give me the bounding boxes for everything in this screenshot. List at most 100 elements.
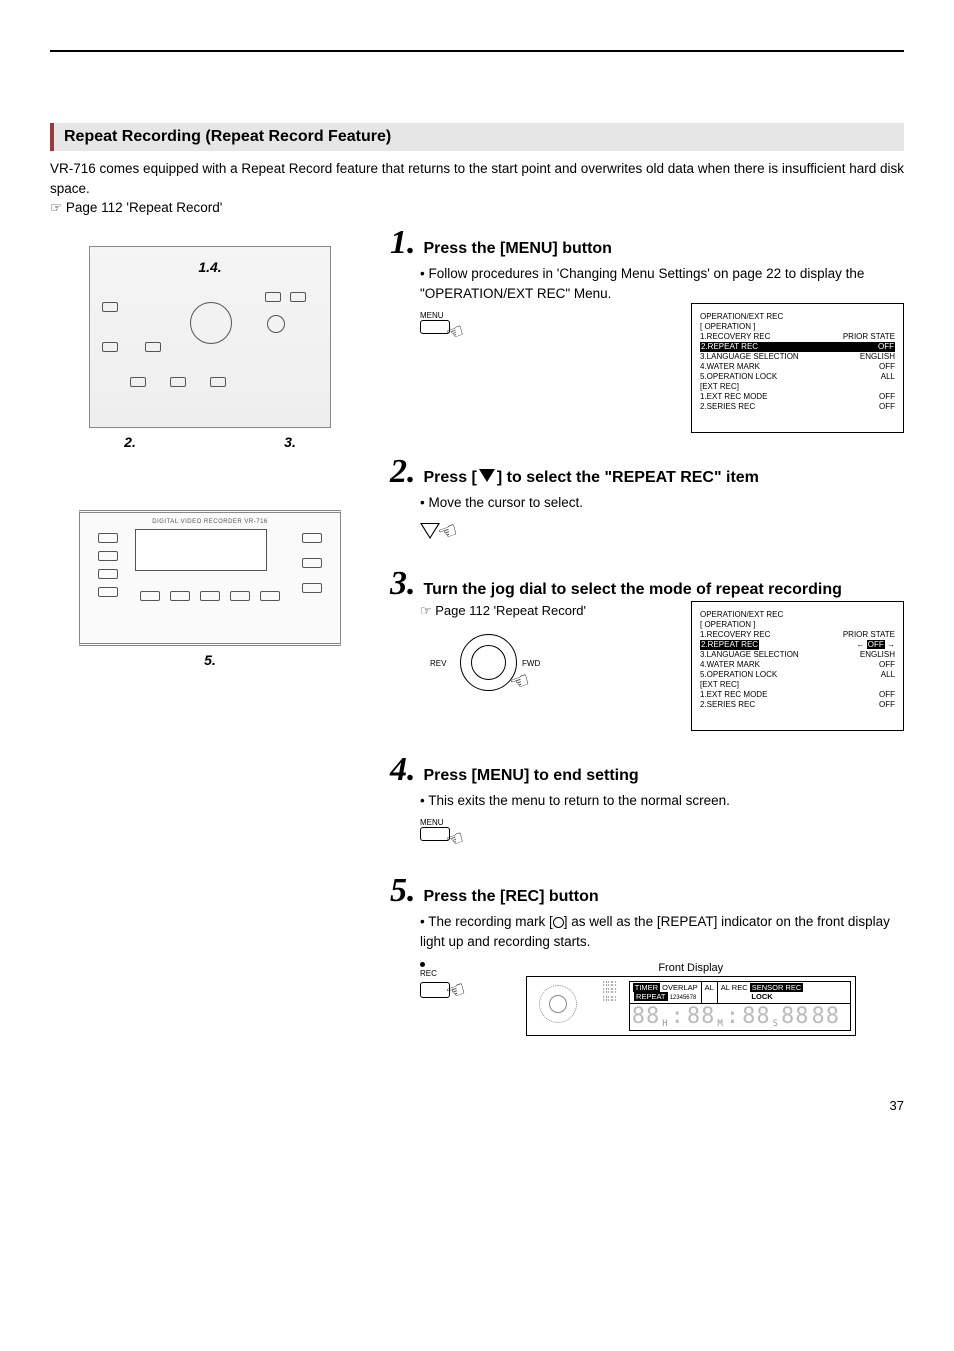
callout-3: 3. bbox=[284, 434, 296, 450]
intro-text: VR-716 comes equipped with a Repeat Reco… bbox=[50, 159, 904, 198]
osd1-sub2: [EXT REC] bbox=[700, 382, 895, 392]
osd2-e1l: 2.SERIES REC bbox=[700, 700, 755, 710]
step-5-body: The recording mark [] as well as the [RE… bbox=[420, 914, 890, 949]
step-1: 1. Press the [MENU] button Follow proced… bbox=[390, 226, 904, 433]
osd2-header: OPERATION/EXT REC bbox=[700, 610, 895, 620]
osd1-e0r: OFF bbox=[879, 392, 895, 402]
rec-button-fig: REC ☜ bbox=[420, 962, 466, 1004]
fd-alrec: AL REC bbox=[721, 983, 748, 992]
jog-rev-label: REV bbox=[430, 659, 446, 668]
step-2-title-post: ] to select the "REPEAT REC" item bbox=[497, 469, 759, 486]
step-4-num: 4. bbox=[390, 753, 416, 787]
front-display-fig: Front Display ∷∷∷∷∷∷∷∷∷ bbox=[526, 962, 856, 1037]
step-2-title-pre: Press [ bbox=[424, 469, 477, 486]
left-column: 1.4. 2. 3. DIGITAL VIDEO RECORDER VR-716 bbox=[50, 226, 370, 1058]
fd-al: AL bbox=[705, 983, 714, 992]
osd1-header: OPERATION/EXT REC bbox=[700, 312, 895, 322]
step-1-title: Press the [MENU] button bbox=[424, 240, 612, 258]
rec-dot-icon bbox=[420, 962, 425, 967]
fd-h: H bbox=[662, 1019, 668, 1030]
front-display-label: Front Display bbox=[526, 962, 856, 974]
osd2-e1r: OFF bbox=[879, 700, 895, 710]
osd2-r3l: 4.WATER MARK bbox=[700, 660, 760, 670]
top-rule bbox=[50, 50, 904, 52]
callout-2: 2. bbox=[124, 434, 136, 450]
osd1-r3r: OFF bbox=[879, 362, 895, 372]
hand-icon: ☜ bbox=[442, 975, 469, 1006]
osd2-r2r: ENGLISH bbox=[860, 650, 895, 660]
osd1-e1l: 2.SERIES REC bbox=[700, 402, 755, 412]
osd2-r2l: 3.LANGUAGE SELECTION bbox=[700, 650, 799, 660]
osd1-e0l: 1.EXT REC MODE bbox=[700, 392, 767, 402]
fd-m: M bbox=[717, 1019, 723, 1030]
hand-icon: ☜ bbox=[442, 318, 467, 348]
osd1-sub1: [ OPERATION ] bbox=[700, 322, 895, 332]
osd2-sub2: [EXT REC] bbox=[700, 680, 895, 690]
fd-indicators: TIMER OVERLAP REPEAT 12345678 AL bbox=[629, 981, 851, 1032]
step-1-num: 1. bbox=[390, 226, 416, 260]
step-4-title: Press [MENU] to end setting bbox=[424, 767, 639, 785]
callout-5: 5. bbox=[50, 652, 370, 668]
osd2-r3r: OFF bbox=[879, 660, 895, 670]
hand-icon: ☜ bbox=[442, 825, 467, 855]
menu-button-fig-2: MENU ☜ bbox=[420, 818, 904, 852]
step-5-body-pre: The recording mark [ bbox=[428, 914, 553, 929]
osd2-r4r: ALL bbox=[881, 670, 895, 680]
step-3-title: Turn the jog dial to select the mode of … bbox=[424, 581, 842, 599]
osd1-r0r: PRIOR STATE bbox=[843, 332, 895, 342]
step-4: 4. Press [MENU] to end setting This exit… bbox=[390, 753, 904, 853]
osd2-r1l: 2.REPEAT REC bbox=[700, 640, 759, 650]
step-3: 3. Turn the jog dial to select the mode … bbox=[390, 567, 904, 731]
callout-1-4: 1.4. bbox=[198, 259, 221, 275]
fd-repeat: REPEAT bbox=[634, 992, 667, 1001]
step-3-num: 3. bbox=[390, 567, 416, 601]
osd2-r4l: 5.OPERATION LOCK bbox=[700, 670, 777, 680]
step-4-body: This exits the menu to return to the nor… bbox=[420, 793, 730, 808]
down-triangle-icon bbox=[479, 469, 495, 487]
right-column: 1. Press the [MENU] button Follow proced… bbox=[390, 226, 904, 1058]
osd2-r1r: OFF bbox=[867, 640, 885, 649]
osd1-r4l: 5.OPERATION LOCK bbox=[700, 372, 777, 382]
header-band bbox=[50, 62, 904, 103]
step-2-title: Press [ ] to select the "REPEAT REC" item bbox=[424, 469, 759, 487]
osd1-r1l: 2.REPEAT REC bbox=[701, 342, 758, 352]
intro-ref: ☞ Page 112 'Repeat Record' bbox=[50, 200, 904, 216]
step-2-num: 2. bbox=[390, 455, 416, 489]
fd-overlap: OVERLAP bbox=[662, 983, 697, 992]
osd-menu-2: OPERATION/EXT REC [ OPERATION ] 1.RECOVE… bbox=[691, 601, 904, 731]
down-arrow-press-fig: ☜ bbox=[420, 519, 904, 545]
step-5-title: Press the [REC] button bbox=[424, 888, 599, 906]
page-number: 37 bbox=[50, 1098, 904, 1113]
osd1-r3l: 4.WATER MARK bbox=[700, 362, 760, 372]
step-5: 5. Press the [REC] button The recording … bbox=[390, 874, 904, 1036]
fd-clock-icon bbox=[531, 981, 591, 1025]
osd-menu-1: OPERATION/EXT REC [ OPERATION ] 1.RECOVE… bbox=[691, 303, 904, 433]
section-title: Repeat Recording (Repeat Record Feature) bbox=[50, 123, 904, 151]
panel-model-label: DIGITAL VIDEO RECORDER VR-716 bbox=[152, 519, 268, 525]
osd1-r4r: ALL bbox=[881, 372, 895, 382]
manual-page: Repeat Recording (Repeat Record Feature)… bbox=[0, 0, 954, 1153]
step-5-num: 5. bbox=[390, 874, 416, 908]
osd1-e1r: OFF bbox=[879, 402, 895, 412]
osd1-r2r: ENGLISH bbox=[860, 352, 895, 362]
front-panel-diagram: DIGITAL VIDEO RECORDER VR-716 bbox=[79, 510, 341, 646]
fd-lock: LOCK bbox=[751, 992, 772, 1001]
record-circle-icon bbox=[553, 917, 564, 928]
fd-counter: 12345678 bbox=[670, 995, 697, 1001]
step-1-body: Follow procedures in 'Changing Menu Sett… bbox=[420, 266, 864, 301]
hand-icon: ☜ bbox=[506, 666, 533, 697]
device-under-labels: 2. 3. bbox=[50, 434, 370, 450]
osd1-r2l: 3.LANGUAGE SELECTION bbox=[700, 352, 799, 362]
osd2-e0l: 1.EXT REC MODE bbox=[700, 690, 767, 700]
jog-dial-icon bbox=[460, 634, 517, 691]
device-diagram: 1.4. bbox=[89, 246, 331, 428]
fd-timer: TIMER bbox=[633, 983, 660, 992]
osd2-r0r: PRIOR STATE bbox=[843, 630, 895, 640]
fd-seven-segment: 88H: 88M: 88S 8888 bbox=[630, 1004, 850, 1030]
menu-label-2: MENU bbox=[420, 818, 904, 827]
osd1-r1r: OFF bbox=[878, 342, 894, 352]
fd-dot-matrix: ∷∷∷∷∷∷∷∷∷ bbox=[597, 981, 623, 1004]
fd-s: S bbox=[773, 1019, 779, 1030]
step-2: 2. Press [ ] to select the "REPEAT REC" i… bbox=[390, 455, 904, 545]
fd-sensor: SENSOR REC bbox=[750, 983, 804, 992]
